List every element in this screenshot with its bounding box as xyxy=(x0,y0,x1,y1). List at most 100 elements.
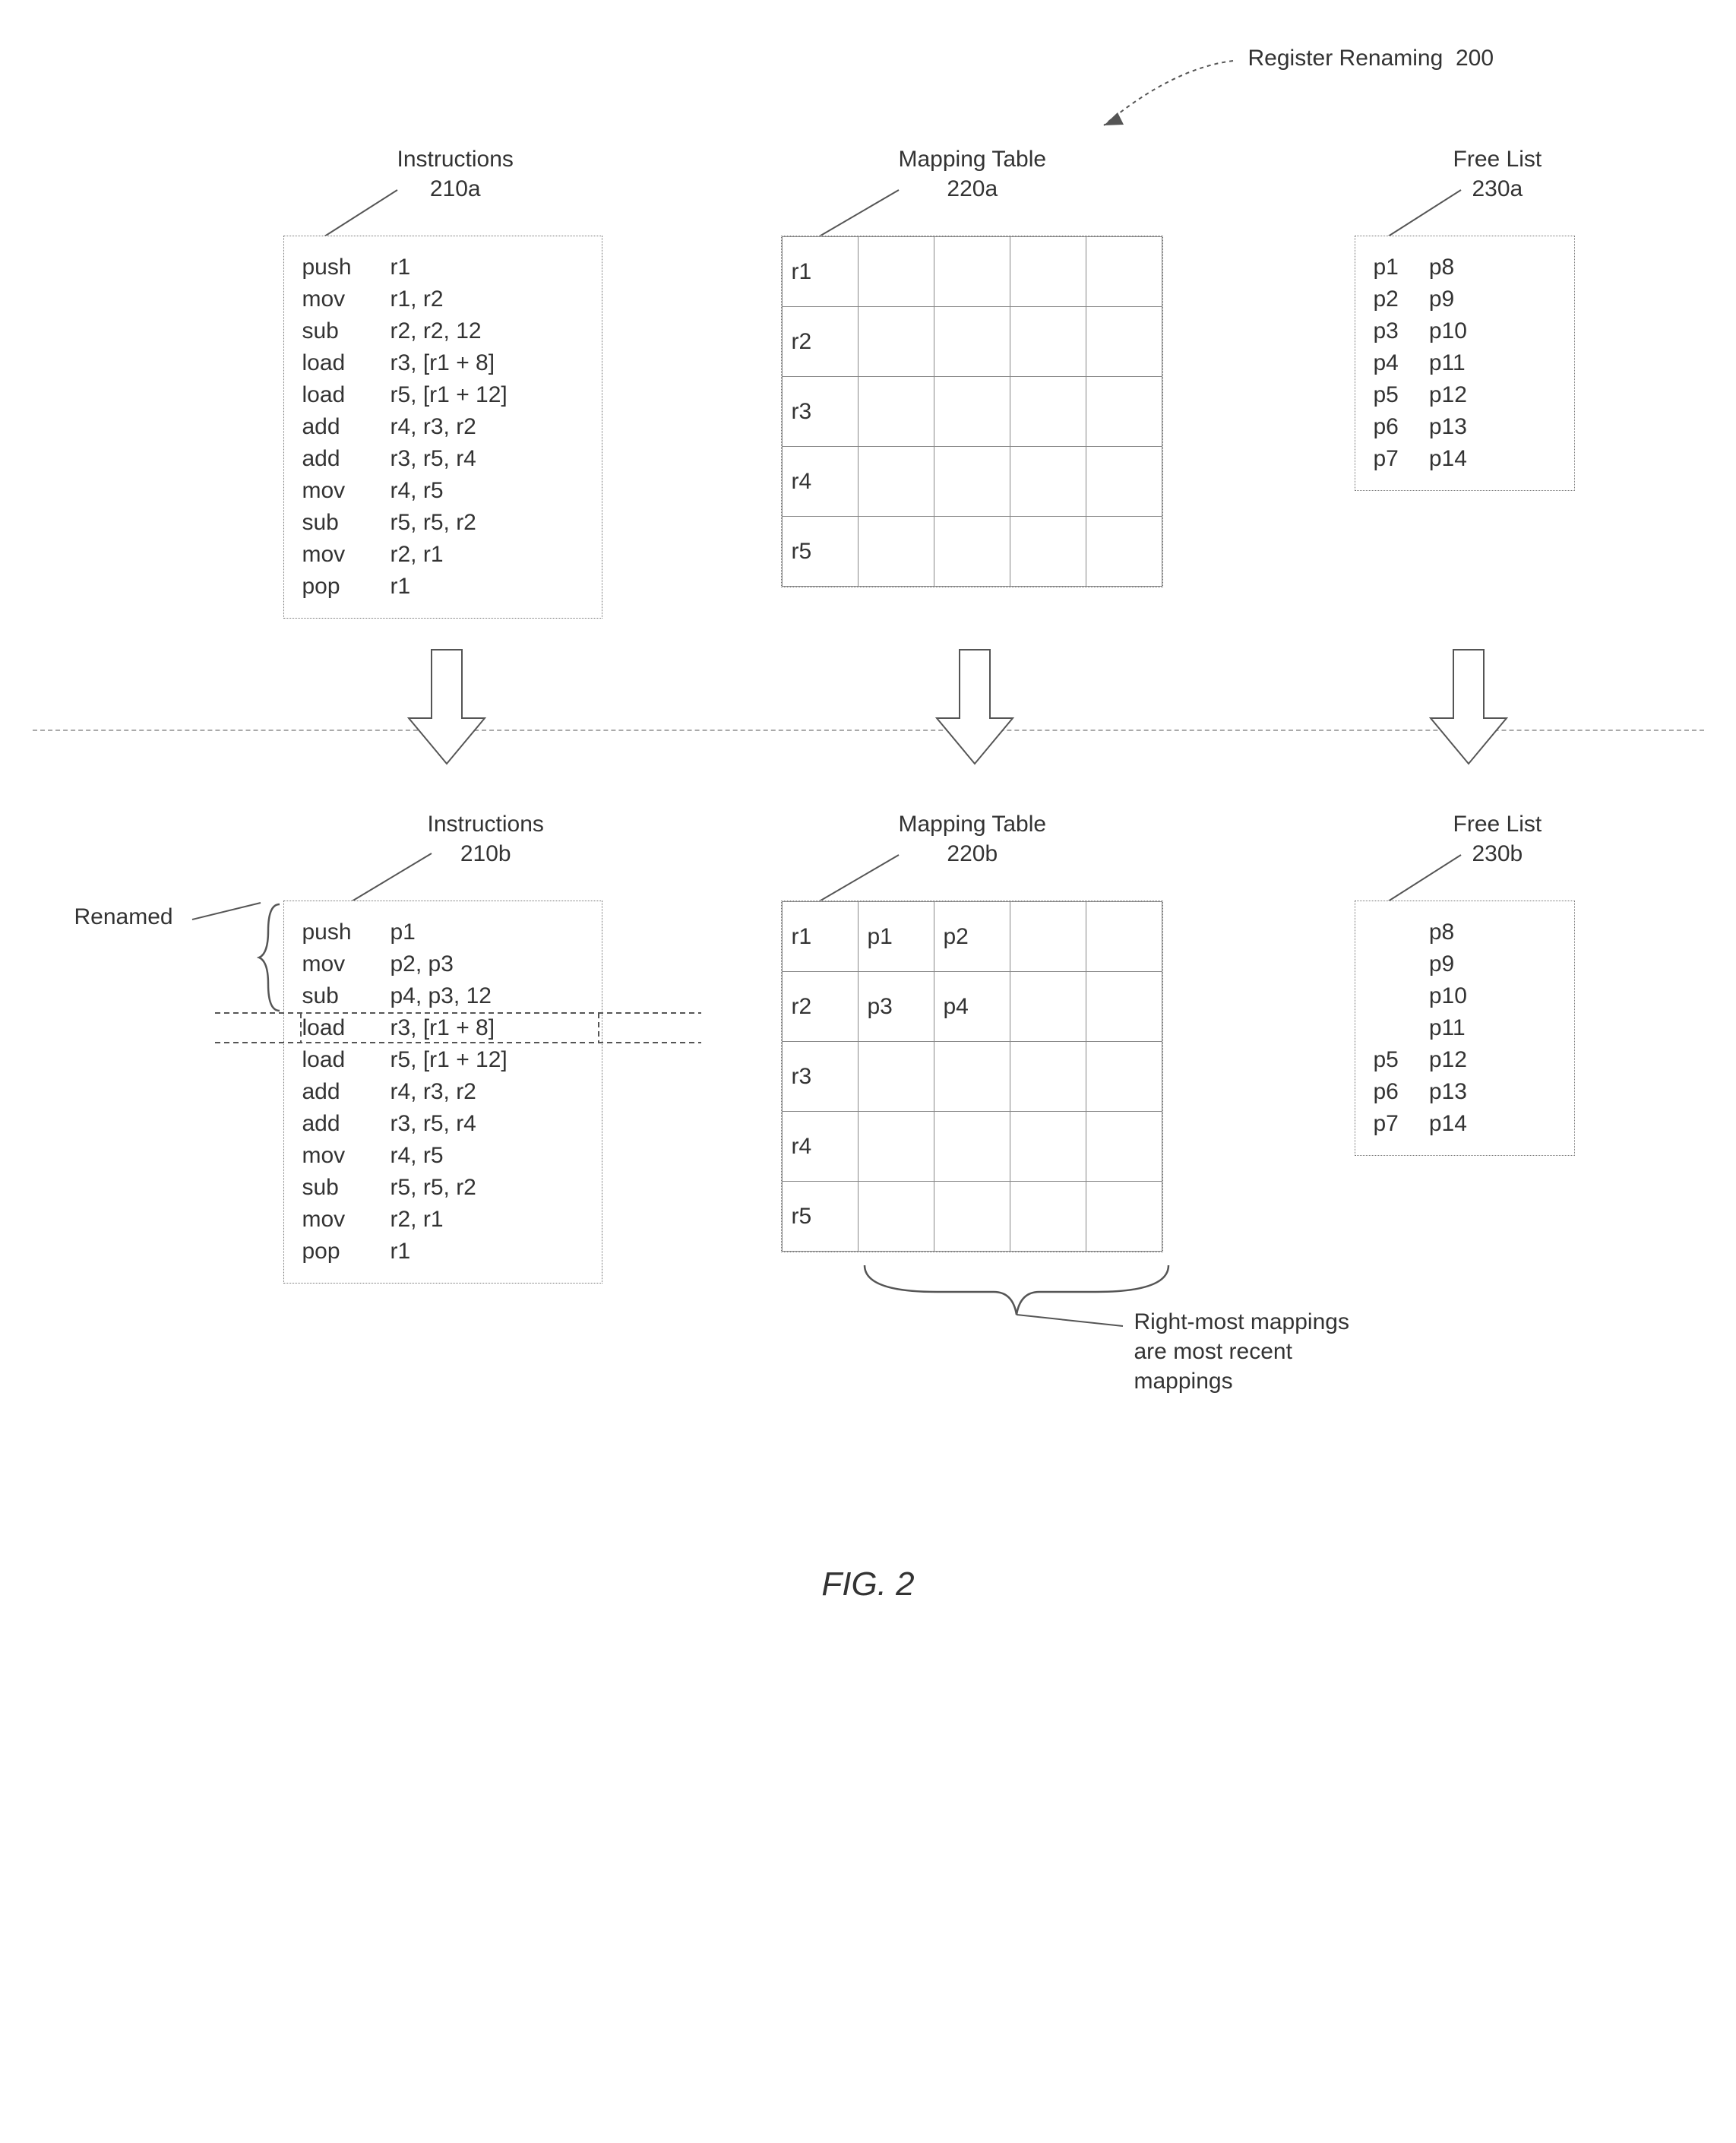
renamed-label: Renamed xyxy=(74,904,173,930)
map-cell xyxy=(934,237,1010,307)
freelist-entry: p8 xyxy=(1429,916,1467,948)
map-row-label: r3 xyxy=(782,377,858,447)
freelist-a-col1: p1p2p3p4p5p6p7 xyxy=(1374,252,1399,475)
instruction-row: subp4, p3, 12 xyxy=(302,980,583,1012)
freelist-entry: p11 xyxy=(1429,1012,1467,1044)
freelist-entry: p11 xyxy=(1429,347,1467,379)
dashed-row-highlight xyxy=(215,1011,701,1051)
instruction-args: r3, r5, r4 xyxy=(391,1108,583,1140)
mapping-b-label: Mapping Table 220b xyxy=(899,809,1047,869)
instruction-args: r5, [r1 + 12] xyxy=(391,379,583,411)
instructions-a-num: 210a xyxy=(397,174,514,204)
map-row-label: r5 xyxy=(782,1182,858,1252)
freelist-a-box: p1p2p3p4p5p6p7 p8p9p10p11p12p13p14 xyxy=(1355,236,1575,491)
map-cell xyxy=(1010,1042,1086,1112)
instruction-op: mov xyxy=(302,948,372,980)
map-row-label: r2 xyxy=(782,972,858,1042)
instruction-row: movp2, p3 xyxy=(302,948,583,980)
map-cell xyxy=(1086,1182,1162,1252)
map-cell xyxy=(858,1042,934,1112)
freelist-entry: p7 xyxy=(1374,443,1399,475)
freelist-entry: p4 xyxy=(1374,347,1399,379)
diagram-title-text: Register Renaming xyxy=(1248,46,1444,71)
instruction-row: pop r1 xyxy=(302,571,583,603)
map-cell: p4 xyxy=(934,972,1010,1042)
instruction-row: addr4, r3, r2 xyxy=(302,1076,583,1108)
instruction-args: r2, r2, 12 xyxy=(391,315,583,347)
map-cell xyxy=(934,307,1010,377)
instruction-op: push xyxy=(302,252,372,283)
instruction-args: r4, r5 xyxy=(391,475,583,507)
instruction-op: pop xyxy=(302,571,372,603)
instruction-op: add xyxy=(302,411,372,443)
map-cell xyxy=(858,1112,934,1182)
instruction-args: p1 xyxy=(391,916,583,948)
freelist-entry: p5 xyxy=(1374,379,1399,411)
arrow-down-1 xyxy=(405,646,489,768)
freelist-entry: p12 xyxy=(1429,1044,1467,1076)
map-cell xyxy=(858,1182,934,1252)
instruction-op: add xyxy=(302,1108,372,1140)
map-cell xyxy=(1086,1042,1162,1112)
freelist-entry: p6 xyxy=(1374,411,1399,443)
freelist-a-inner: p1p2p3p4p5p6p7 p8p9p10p11p12p13p14 xyxy=(1374,252,1556,475)
instruction-args: r4, r5 xyxy=(391,1140,583,1172)
instruction-row: add r3, r5, r4 xyxy=(302,1108,583,1140)
instructions-b-num: 210b xyxy=(428,839,544,869)
instruction-row: mov r2, r1 xyxy=(302,1204,583,1236)
arrow-down-3 xyxy=(1427,646,1510,768)
instruction-args: r5, r5, r2 xyxy=(391,1172,583,1204)
map-cell xyxy=(1010,307,1086,377)
mapping-a-num: 220a xyxy=(899,174,1047,204)
freelist-entry: p9 xyxy=(1429,948,1467,980)
instructions-a-list: pushr1movr1, r2subr2, r2, 12loadr3, [r1 … xyxy=(302,252,583,603)
mapping-b-box: r1p1p2r2p3p4r3r4r5 xyxy=(781,901,1163,1252)
map-cell: p3 xyxy=(858,972,934,1042)
map-cell xyxy=(934,377,1010,447)
diagram-title-num: 200 xyxy=(1456,46,1494,71)
instruction-row: pushr1 xyxy=(302,252,583,283)
instruction-row: sub r2, r2, 12 xyxy=(302,315,583,347)
instruction-op: add xyxy=(302,443,372,475)
instruction-args: r3, [r1 + 8] xyxy=(391,347,583,379)
mapping-b-label-text: Mapping Table xyxy=(899,809,1047,839)
instruction-args: r2, r1 xyxy=(391,1204,583,1236)
freelist-entry: p6 xyxy=(1374,1076,1399,1108)
map-cell xyxy=(1010,447,1086,517)
instruction-op: mov xyxy=(302,475,372,507)
instruction-op: push xyxy=(302,916,372,948)
freelist-entry: p14 xyxy=(1429,1108,1467,1140)
instructions-a-label: Instructions 210a xyxy=(397,144,514,204)
map-row-label: r4 xyxy=(782,447,858,517)
map-cell xyxy=(1086,447,1162,517)
instruction-args: r4, r3, r2 xyxy=(391,411,583,443)
map-cell xyxy=(1086,1112,1162,1182)
freelist-b-inner: p5p6p7 p8p9p10p11p12p13p14 xyxy=(1374,916,1556,1140)
freelist-entry: p13 xyxy=(1429,1076,1467,1108)
instruction-args: r4, r3, r2 xyxy=(391,1076,583,1108)
instruction-args: r1 xyxy=(391,571,583,603)
freelist-entry: p1 xyxy=(1374,252,1399,283)
note-line2: are most recent xyxy=(1134,1337,1349,1366)
instruction-op: sub xyxy=(302,980,372,1012)
map-cell xyxy=(1010,972,1086,1042)
freelist-a-col2: p8p9p10p11p12p13p14 xyxy=(1429,252,1467,475)
freelist-entry: p10 xyxy=(1429,315,1467,347)
instruction-row: movr4, r5 xyxy=(302,1140,583,1172)
mapping-b-table: r1p1p2r2p3p4r3r4r5 xyxy=(782,901,1162,1252)
mapping-a-box: r1r2r3r4r5 xyxy=(781,236,1163,587)
instruction-row: popr1 xyxy=(302,1236,583,1268)
map-cell xyxy=(1086,902,1162,972)
instruction-op: sub xyxy=(302,507,372,539)
map-cell xyxy=(1010,237,1086,307)
freelist-entry: p13 xyxy=(1429,411,1467,443)
instruction-op: mov xyxy=(302,1204,372,1236)
mapping-a-label: Mapping Table 220a xyxy=(899,144,1047,204)
note-line3: mappings xyxy=(1134,1366,1349,1396)
freelist-entry: p10 xyxy=(1429,980,1467,1012)
instructions-b-box: pushp1movp2, p3subp4, p3, 12loadr3, [r1 … xyxy=(283,901,602,1284)
map-row-label: r1 xyxy=(782,902,858,972)
mapping-note-brace xyxy=(857,1261,1176,1335)
instruction-op: pop xyxy=(302,1236,372,1268)
instruction-op: sub xyxy=(302,315,372,347)
